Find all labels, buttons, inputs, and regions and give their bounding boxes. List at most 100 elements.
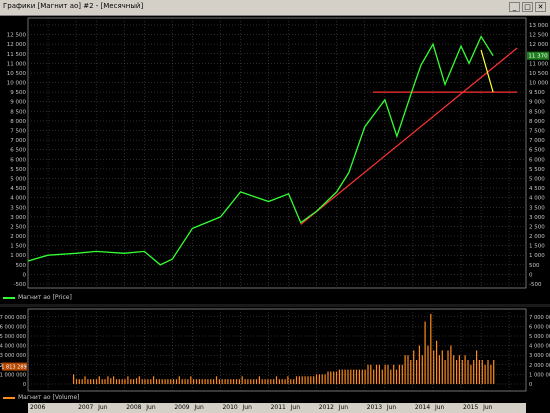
volume-bar — [476, 350, 478, 384]
volume-bar — [315, 374, 318, 384]
volume-ytick-left: 1 000 000 — [0, 372, 26, 378]
volume-ytick-right: 1 000 000 — [529, 372, 550, 378]
volume-bar — [150, 379, 152, 384]
volume-bar — [78, 379, 80, 384]
price-ytick-right: 6 500 — [529, 148, 545, 154]
price-ytick-left: 1 500 — [10, 244, 26, 250]
price-legend: Магнит ао [Price] — [3, 294, 72, 301]
volume-bar — [321, 374, 323, 384]
volume-bar — [350, 369, 352, 384]
volume-ytick-left: 0 — [23, 382, 26, 388]
price-plot-frame — [27, 17, 527, 289]
volume-bar — [344, 369, 346, 384]
volume-bar — [93, 379, 95, 384]
volume-bar — [413, 350, 415, 384]
volume-bar — [335, 371, 338, 384]
volume-bar — [364, 369, 366, 384]
volume-bar — [347, 369, 349, 384]
volume-bar — [221, 379, 223, 384]
time-axis-label: Jun — [146, 404, 156, 411]
volume-ytick-right: 7 000 000 — [529, 315, 550, 321]
volume-legend-swatch — [3, 396, 15, 399]
volume-bar — [298, 376, 300, 384]
volume-bar — [238, 379, 240, 384]
time-axis-label: Jun — [386, 404, 397, 411]
price-ytick-left: 9 500 — [10, 90, 26, 96]
volume-bar — [464, 355, 466, 384]
volume-bar — [381, 369, 383, 384]
price-ytick-left: 2 500 — [10, 224, 26, 230]
volume-bar — [481, 360, 483, 384]
time-axis-label: 2006 — [30, 404, 46, 411]
volume-bar — [115, 379, 118, 384]
volume-bar — [390, 369, 392, 384]
price-ytick-right: 5 500 — [529, 167, 545, 173]
volume-bar — [378, 364, 380, 384]
time-axis-label: 2015 — [463, 404, 479, 411]
volume-bar — [187, 379, 189, 384]
volume-bar — [427, 345, 429, 384]
price-ytick-right: 2 000 — [529, 234, 545, 240]
volume-bar — [161, 379, 163, 384]
volume-bar — [367, 364, 369, 384]
time-axis: 2006 2007 Jun 2008 Jun 2009 Jun 2010 Jun 2011 Jun 2… — [28, 403, 526, 413]
price-pane[interactable]: 12 500 12 000 11 500 11 000 10 500 10 000 9 50… — [0, 16, 550, 292]
price-ytick-left: 5 500 — [10, 167, 26, 173]
volume-bar — [224, 379, 226, 384]
volume-bar — [418, 345, 420, 384]
volume-bar — [273, 379, 275, 384]
price-ytick-left: 4 500 — [10, 186, 26, 192]
volume-bar — [73, 374, 75, 384]
volume-bar — [258, 376, 260, 384]
volume-bar — [293, 379, 295, 384]
volume-bar — [235, 379, 238, 384]
price-ytick-right: 13 000 — [529, 23, 549, 29]
volume-pane[interactable]: 7 000 000 6 000 000 5 000 000 4 000 000 3 00… — [0, 307, 550, 397]
price-ytick-right: 10 500 — [529, 71, 549, 77]
volume-bar — [453, 355, 455, 384]
volume-bar — [290, 379, 292, 384]
volume-bar — [135, 378, 138, 384]
price-ytick-left: -500 — [14, 282, 27, 288]
close-button[interactable]: ✕ — [535, 2, 546, 12]
volume-legend: Магнит ао [Volume] — [3, 394, 79, 401]
price-ytick-right: 7 500 — [529, 129, 545, 135]
volume-bar — [101, 379, 103, 384]
time-axis-label: 2007 — [78, 404, 94, 411]
price-ytick-left: 3 500 — [10, 205, 26, 211]
volume-bar — [90, 379, 92, 384]
maximize-button[interactable]: □ — [522, 2, 533, 12]
volume-bar — [341, 369, 343, 384]
volume-bar — [424, 321, 426, 384]
volume-bar — [444, 360, 446, 384]
price-ytick-right: -500 — [529, 282, 542, 288]
price-ytick-right: 12 000 — [529, 42, 549, 48]
price-ytick-left: 6 500 — [10, 148, 26, 154]
price-ytick-right: 500 — [529, 263, 540, 269]
price-ytick-left: 9 000 — [10, 100, 26, 106]
volume-bar — [264, 379, 266, 384]
price-last-value: 11 370 — [528, 54, 548, 60]
time-axis-label: 2008 — [126, 404, 142, 411]
price-ytick-right: 4 500 — [529, 186, 545, 192]
volume-bar — [358, 369, 360, 384]
price-ytick-right: 12 500 — [529, 33, 549, 39]
volume-bar — [133, 379, 135, 384]
time-axis-label: 2009 — [174, 404, 190, 411]
price-ytick-left: 1 000 — [10, 253, 26, 259]
volume-bar — [384, 364, 386, 384]
minimize-button[interactable]: _ — [509, 2, 520, 12]
volume-bar — [204, 379, 206, 384]
price-ytick-right: 7 000 — [529, 138, 545, 144]
price-ytick-right: 9 000 — [529, 100, 545, 106]
volume-bar — [327, 371, 329, 384]
volume-bar — [401, 364, 403, 384]
volume-bar — [355, 369, 358, 384]
volume-bar — [330, 371, 332, 384]
volume-bar — [441, 350, 443, 384]
volume-bar — [250, 379, 252, 384]
price-ytick-left: 11 500 — [7, 52, 27, 58]
volume-bar — [436, 340, 438, 384]
volume-bar — [130, 379, 132, 384]
volume-bar — [478, 360, 480, 384]
